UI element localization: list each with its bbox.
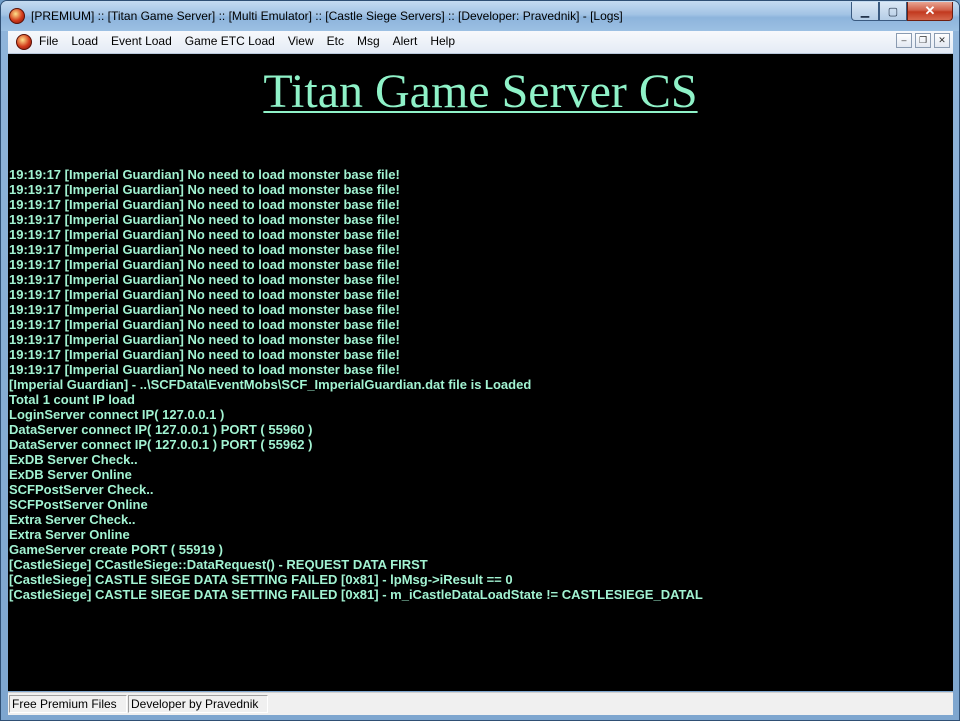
log-line: 19:19:17 [Imperial Guardian] No need to …: [9, 302, 400, 317]
banner-title: Titan Game Server CS: [263, 65, 698, 118]
log-line: Extra Server Online: [9, 527, 130, 542]
menu-file[interactable]: File: [39, 34, 58, 48]
menu-alert[interactable]: Alert: [393, 34, 418, 48]
log-line: 19:19:17 [Imperial Guardian] No need to …: [9, 272, 400, 287]
log-line: ExDB Server Online: [9, 467, 132, 482]
console-banner: Titan Game Server CS: [8, 64, 953, 119]
mdi-minimize-button[interactable]: –: [896, 33, 912, 48]
menu-etc[interactable]: Etc: [327, 34, 344, 48]
menu-help[interactable]: Help: [430, 34, 455, 48]
mdi-child-buttons: – ❐ ✕: [893, 33, 950, 48]
log-line: 19:19:17 [Imperial Guardian] No need to …: [9, 347, 400, 362]
log-line: GameServer create PORT ( 55919 ): [9, 542, 223, 557]
app-window: [PREMIUM] :: [Titan Game Server] :: [Mul…: [0, 0, 960, 721]
menu-bar: File Load Event Load Game ETC Load View Etc Ms…: [8, 31, 953, 54]
log-line: 19:19:17 [Imperial Guardian] No need to …: [9, 317, 400, 332]
log-line: Extra Server Check..: [9, 512, 136, 527]
log-line: Total 1 count IP load: [9, 392, 135, 407]
log-line: 19:19:17 [Imperial Guardian] No need to …: [9, 287, 400, 302]
log-line: 19:19:17 [Imperial Guardian] No need to …: [9, 182, 400, 197]
maximize-icon: ▢: [887, 5, 899, 18]
minimize-icon: ▁: [860, 5, 870, 18]
status-pane-premium: Free Premium Files: [9, 695, 127, 713]
status-bar: Free Premium Files Developer by Pravedni…: [8, 692, 953, 715]
app-logo-icon[interactable]: [9, 8, 25, 24]
menu-load[interactable]: Load: [71, 34, 98, 48]
window-title: [PREMIUM] :: [Titan Game Server] :: [Mul…: [31, 9, 623, 23]
menu-items: File Load Event Load Game ETC Load View Etc Ms…: [39, 34, 468, 48]
maximize-button[interactable]: ▢: [879, 2, 907, 21]
caption-buttons: ▁ ▢ ✕: [851, 2, 953, 22]
log-line: [CastleSiege] CASTLE SIEGE DATA SETTING …: [9, 572, 513, 587]
status-pane-developer: Developer by Pravednik: [128, 695, 268, 713]
menu-view[interactable]: View: [288, 34, 314, 48]
close-icon: ✕: [924, 3, 936, 18]
log-line: 19:19:17 [Imperial Guardian] No need to …: [9, 197, 400, 212]
mdi-restore-button[interactable]: ❐: [915, 33, 931, 48]
close-button[interactable]: ✕: [907, 2, 953, 21]
log-line: LoginServer connect IP( 127.0.0.1 ): [9, 407, 225, 422]
minimize-button[interactable]: ▁: [851, 2, 879, 21]
menu-game-etc-load[interactable]: Game ETC Load: [185, 34, 275, 48]
log-line: SCFPostServer Check..: [9, 482, 154, 497]
log-line: [CastleSiege] CASTLE SIEGE DATA SETTING …: [9, 587, 703, 602]
log-line: DataServer connect IP( 127.0.0.1 ) PORT …: [9, 422, 313, 437]
log-line: [Imperial Guardian] - ..\SCFData\EventMo…: [9, 377, 532, 392]
menu-event-load[interactable]: Event Load: [111, 34, 172, 48]
title-bar[interactable]: [PREMIUM] :: [Titan Game Server] :: [Mul…: [1, 1, 959, 31]
log-line: 19:19:17 [Imperial Guardian] No need to …: [9, 257, 400, 272]
log-line: 19:19:17 [Imperial Guardian] No need to …: [9, 362, 400, 377]
log-console[interactable]: Titan Game Server CS 19:19:17 [Imperial …: [8, 54, 953, 691]
log-line: 19:19:17 [Imperial Guardian] No need to …: [9, 167, 400, 182]
log-line: [CastleSiege] CCastleSiege::DataRequest(…: [9, 557, 428, 572]
log-line: 19:19:17 [Imperial Guardian] No need to …: [9, 332, 400, 347]
log-line: SCFPostServer Online: [9, 497, 148, 512]
log-lines: 19:19:17 [Imperial Guardian] No need to …: [9, 167, 703, 602]
mdi-child-logo-icon[interactable]: [16, 34, 32, 50]
mdi-close-button[interactable]: ✕: [934, 33, 950, 48]
log-line: DataServer connect IP( 127.0.0.1 ) PORT …: [9, 437, 313, 452]
log-line: 19:19:17 [Imperial Guardian] No need to …: [9, 212, 400, 227]
log-line: ExDB Server Check..: [9, 452, 138, 467]
menu-msg[interactable]: Msg: [357, 34, 380, 48]
log-line: 19:19:17 [Imperial Guardian] No need to …: [9, 227, 400, 242]
log-line: 19:19:17 [Imperial Guardian] No need to …: [9, 242, 400, 257]
